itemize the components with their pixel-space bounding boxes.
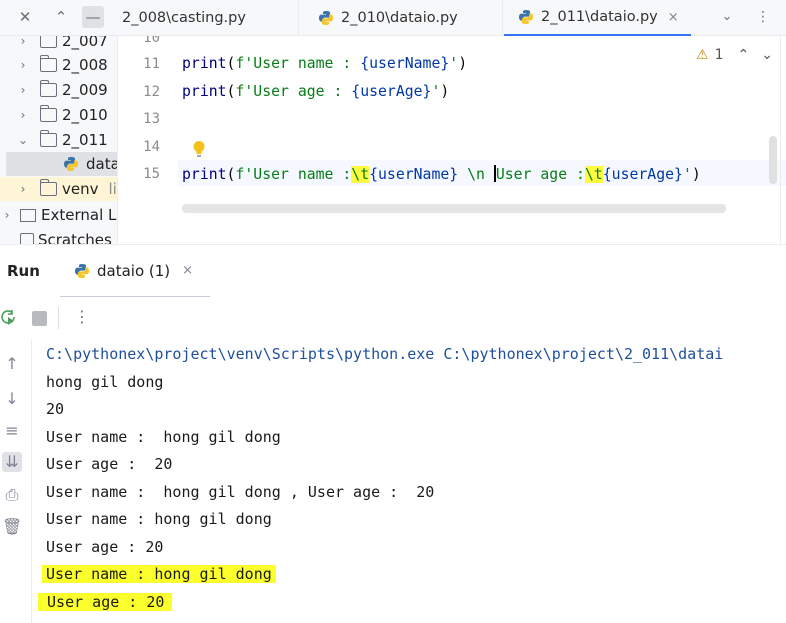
- minimize-icon[interactable]: —: [82, 6, 104, 28]
- python-file-icon: [74, 263, 90, 279]
- arrow-up-icon[interactable]: ↑: [2, 354, 22, 374]
- folder-icon: [39, 130, 57, 147]
- editor-tab-bar: ✕ ⌃ — 2_008\casting.py 2_010\dataio.py 2…: [0, 0, 786, 36]
- scratches-icon: [20, 233, 34, 244]
- scroll-to-end-icon[interactable]: ⇊: [2, 452, 22, 472]
- console-line-highlighted: User age : 20: [38, 593, 173, 611]
- tab-2_011-dataio[interactable]: 2_011\dataio.py ×: [504, 0, 691, 36]
- highlight-marker: \t: [351, 166, 370, 183]
- run-panel-title: Run: [7, 262, 40, 280]
- console-line: 20: [46, 400, 65, 418]
- tree-item-2_010[interactable]: › 2_010: [0, 103, 117, 127]
- code-line-15: print(f'User name :\t{userName} \n User …: [182, 165, 701, 183]
- chevron-up-icon[interactable]: ⌃: [737, 47, 749, 63]
- line-number: 13: [143, 111, 160, 127]
- console-line: User age : 20: [46, 538, 164, 556]
- tab-close-icon[interactable]: ×: [668, 10, 679, 25]
- console-line: User name : hong gil dong: [46, 510, 272, 528]
- soft-wrap-icon[interactable]: ≡: [2, 421, 22, 441]
- console-line: C:\pythonex\project\venv\Scripts\python.…: [46, 345, 724, 363]
- warning-icon: ⚠: [696, 47, 709, 63]
- console-output[interactable]: C:\pythonex\project\venv\Scripts\python.…: [32, 339, 786, 623]
- highlight-marker: \t: [584, 166, 603, 183]
- python-file-icon: [518, 9, 534, 25]
- inspection-widget[interactable]: ⚠ 1 ⌃ ⌄: [696, 47, 773, 63]
- stop-icon[interactable]: [32, 311, 47, 326]
- chevron-right-icon[interactable]: ›: [16, 58, 30, 72]
- vertical-scrollbar[interactable]: [769, 136, 777, 184]
- code-line-11: print(f'User name : {userName}'): [182, 55, 468, 72]
- tree-item-dataio[interactable]: datai: [6, 152, 117, 176]
- folder-icon: [39, 55, 57, 72]
- console-line: User name : hong gil dong , User age : 2…: [46, 483, 435, 501]
- project-tree: › 2_007 › 2_008 › 2_009 › 2_010 ⌄ 2_011 …: [0, 36, 118, 244]
- chevron-right-icon[interactable]: ›: [16, 83, 30, 97]
- console-line-highlighted: User name : hong gil dong: [42, 565, 276, 583]
- console-line: User name : hong gil dong: [46, 428, 281, 446]
- console-line: User age : 20: [46, 455, 173, 473]
- console-line: hong gil dong: [46, 373, 164, 391]
- tree-item-2_008[interactable]: › 2_008: [0, 53, 117, 77]
- expand-collapse-icon[interactable]: ⌃: [50, 6, 72, 28]
- more-icon[interactable]: ⋮: [752, 6, 774, 28]
- trash-icon[interactable]: 🗑: [2, 517, 22, 537]
- code-editor[interactable]: 10 11 12 13 14 15 ⚠ 1 ⌃ ⌄ print(f'User n…: [118, 36, 786, 244]
- lightbulb-icon[interactable]: [192, 140, 206, 158]
- rerun-icon[interactable]: [0, 309, 18, 327]
- folder-icon: [39, 105, 57, 122]
- line-number: 11: [143, 56, 160, 72]
- horizontal-scrollbar[interactable]: [182, 204, 726, 213]
- arrow-down-icon[interactable]: ↓: [2, 389, 22, 409]
- tab-2_008-casting[interactable]: 2_008\casting.py: [122, 0, 246, 36]
- chevron-down-icon[interactable]: ⌄: [16, 133, 30, 147]
- chevron-right-icon[interactable]: ›: [16, 36, 30, 48]
- tab-list-chevron-down-icon[interactable]: ⌄: [716, 6, 738, 28]
- folder-icon: [39, 80, 57, 97]
- code-line-12: print(f'User age : {userAge}'): [182, 83, 450, 100]
- tab-2_010-dataio[interactable]: 2_010\dataio.py: [318, 0, 458, 36]
- run-panel-header: Run dataio (1) ×: [0, 244, 786, 298]
- chevron-right-icon[interactable]: ›: [16, 182, 30, 196]
- tree-item-2_009[interactable]: › 2_009: [0, 78, 117, 102]
- print-icon[interactable]: ⎙: [2, 485, 22, 505]
- run-toolbar: ⋮: [0, 297, 786, 339]
- python-file-icon: [63, 156, 79, 172]
- tab-close-icon[interactable]: ×: [182, 263, 193, 278]
- tree-item-2_011[interactable]: ⌄ 2_011: [0, 128, 117, 152]
- chevron-right-icon[interactable]: ›: [0, 208, 14, 222]
- python-file-icon: [318, 10, 334, 26]
- line-number: 15: [143, 166, 160, 182]
- line-number-gutter: 10 11 12 13 14 15: [118, 36, 178, 244]
- chevron-right-icon[interactable]: ›: [16, 108, 30, 122]
- library-icon: [20, 208, 36, 222]
- run-tab-dataio[interactable]: dataio (1) ×: [60, 245, 210, 298]
- chevron-down-icon[interactable]: ⌄: [761, 47, 773, 63]
- line-number: 14: [143, 139, 160, 155]
- folder-icon: [39, 179, 57, 196]
- tree-item-2_007[interactable]: › 2_007: [0, 36, 117, 53]
- tree-item-external-libraries[interactable]: › External L: [0, 203, 117, 227]
- folder-icon: [40, 36, 57, 48]
- tree-item-venv[interactable]: › venv li: [0, 177, 117, 201]
- run-side-toolbar: ↑ ↓ ≡ ⇊ ⎙ 🗑: [0, 339, 32, 623]
- more-icon[interactable]: ⋮: [74, 307, 90, 326]
- line-number: 12: [143, 84, 160, 100]
- line-number: 10: [143, 36, 160, 46]
- tree-item-scratches[interactable]: Scratches: [0, 228, 117, 244]
- close-icon[interactable]: ✕: [14, 6, 36, 28]
